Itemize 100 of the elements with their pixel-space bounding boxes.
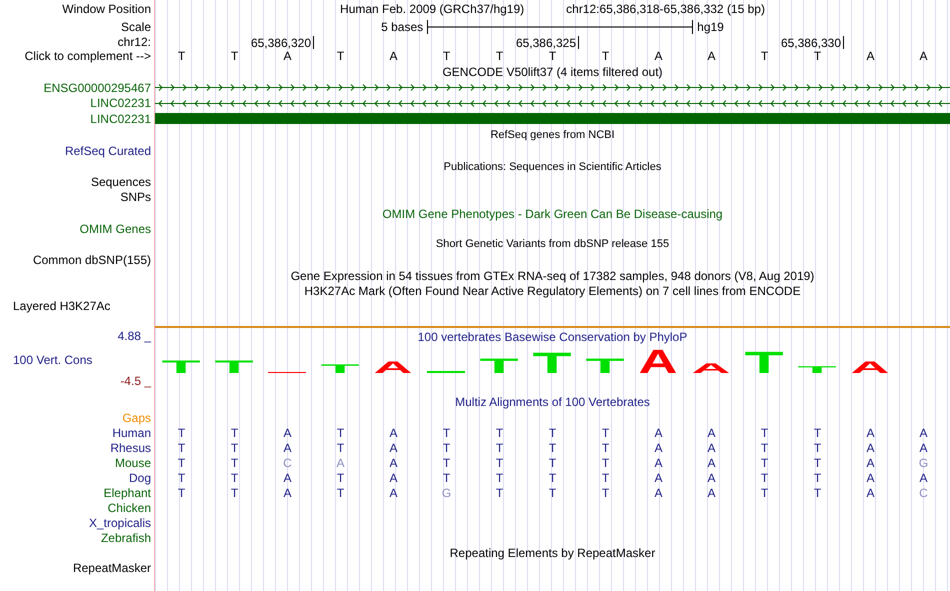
track-label: RepeatMasker: [72, 561, 151, 575]
scale-assembly: hg19: [697, 20, 724, 34]
base-letter: T: [230, 49, 238, 63]
aligned-base: A: [336, 456, 344, 470]
logo-letter: T: [214, 356, 254, 377]
aligned-base: T: [496, 426, 504, 440]
aligned-base: A: [707, 486, 716, 500]
species-label: X_tropicalis: [88, 516, 151, 530]
track-label: 100 Vert. Cons: [12, 353, 92, 367]
gene-label: ENSG00000295467: [44, 80, 151, 94]
aligned-base: A: [866, 440, 874, 454]
aligned-base: A: [389, 440, 398, 454]
aligned-base: T: [178, 470, 186, 484]
aligned-base: A: [283, 440, 292, 454]
aligned-base: T: [760, 426, 768, 440]
gene-label: LINC02231: [90, 112, 151, 126]
aligned-base: T: [602, 470, 610, 484]
aligned-base: T: [602, 440, 610, 454]
aligned-base: A: [707, 426, 716, 440]
aligned-base: T: [814, 426, 822, 440]
species-label: Mouse: [114, 456, 151, 470]
scale-text: 5 bases: [381, 20, 424, 34]
aligned-base: A: [866, 456, 874, 470]
aligned-base: A: [707, 456, 716, 470]
base-letter: T: [336, 49, 344, 63]
aligned-base: A: [283, 486, 292, 500]
aligned-base: T: [230, 456, 238, 470]
aligned-base: T: [336, 470, 344, 484]
aligned-base: T: [760, 440, 768, 454]
aligned-base: T: [602, 426, 610, 440]
aligned-base: A: [919, 440, 928, 454]
aligned-base: A: [654, 486, 662, 500]
aligned-base: C: [283, 456, 292, 470]
position-tick: [578, 36, 579, 49]
track-title: Repeating Elements by RepeatMasker: [450, 546, 656, 560]
aligned-base: T: [548, 470, 556, 484]
aligned-base: T: [442, 440, 450, 454]
base-letter: A: [866, 49, 874, 63]
track-label: SNPs: [120, 190, 151, 204]
base-letter: T: [178, 49, 186, 63]
aligned-base: T: [336, 440, 344, 454]
track-label: RefSeq Curated: [64, 144, 151, 158]
track-label: Common dbSNP(155): [32, 253, 151, 267]
tick-label: 65,386,330: [780, 37, 841, 49]
aligned-base: G: [918, 456, 928, 470]
assembly-title: Human Feb. 2009 (GRCh37/hg19): [340, 2, 524, 16]
row-label: chr12:: [118, 35, 151, 49]
track-title: GENCODE V50lift37 (4 items filtered out): [442, 65, 663, 79]
track-label: Gaps: [122, 410, 151, 424]
aligned-base: T: [496, 470, 504, 484]
position-text: chr12:65,386,318-65,386,332 (15 bp): [566, 2, 765, 16]
track-title: H3K27Ac Mark (Often Found Near Active Regulatory Elements) on 7 cell lines from ENCODE: [304, 284, 801, 298]
aligned-base: A: [283, 426, 292, 440]
track-label: OMIM Genes: [80, 222, 151, 236]
track-title: Publications: Sequences in Scientific Articles: [444, 160, 662, 172]
aligned-base: A: [919, 426, 928, 440]
aligned-base: T: [496, 456, 504, 470]
logo-letter: A: [850, 358, 890, 377]
logo-letter: A: [692, 360, 730, 376]
aligned-base: T: [178, 426, 186, 440]
logo-letter: T: [797, 364, 837, 376]
aligned-base: A: [389, 470, 398, 484]
base-letter: T: [548, 49, 556, 63]
aligned-base: T: [548, 440, 556, 454]
aligned-base: A: [654, 426, 662, 440]
aligned-base: T: [760, 470, 768, 484]
aligned-base: T: [814, 486, 822, 500]
species-label: Elephant: [104, 486, 151, 500]
aligned-base: A: [283, 470, 292, 484]
track-label: Sequences: [90, 175, 151, 189]
aligned-base: T: [336, 426, 344, 440]
aligned-base: A: [654, 456, 662, 470]
logo-letter: T: [320, 362, 360, 376]
aligned-base: T: [548, 456, 556, 470]
aligned-base: A: [389, 486, 398, 500]
logo-letter: A: [638, 344, 678, 378]
aligned-base: T: [548, 426, 556, 440]
aligned-base: G: [442, 486, 452, 500]
axis-min-label: -4.5 _: [120, 374, 151, 388]
aligned-base: T: [496, 486, 504, 500]
aligned-base: A: [654, 440, 662, 454]
logo-letter: A: [374, 358, 412, 377]
base-letter: T: [760, 49, 768, 63]
logo-letter: T: [585, 354, 625, 378]
tick-label: 65,386,320: [250, 37, 311, 49]
aligned-base: A: [866, 426, 874, 440]
species-label: Chicken: [108, 500, 151, 514]
row-label[interactable]: Click to complement -->: [24, 49, 151, 63]
aligned-base: T: [178, 486, 186, 500]
row-label: Window Position: [62, 2, 151, 16]
axis-max-label: 4.88 _: [118, 329, 151, 343]
aligned-base: T: [442, 470, 450, 484]
track-label: Layered H3K27Ac: [13, 299, 110, 313]
gene-label: LINC02231: [90, 96, 151, 110]
aligned-base: T: [178, 440, 186, 454]
track-title: Short Genetic Variants from dbSNP release 155: [436, 238, 670, 250]
tick-label: 65,386,325: [516, 37, 576, 49]
track-title: Multiz Alignments of 100 Vertebrates: [455, 395, 650, 409]
logo-letter: T: [161, 356, 201, 377]
aligned-base: A: [707, 470, 716, 484]
